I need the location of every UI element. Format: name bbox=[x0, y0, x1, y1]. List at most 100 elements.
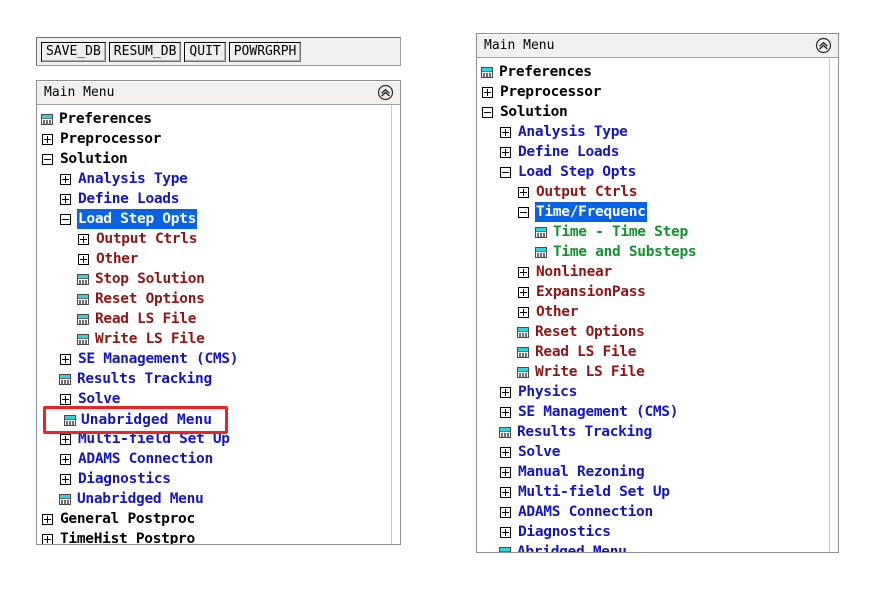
tree-item[interactable]: Output Ctrls bbox=[477, 182, 838, 202]
tree-item[interactable]: Solve bbox=[477, 442, 838, 462]
tree-item[interactable]: Manual Rezoning bbox=[477, 462, 838, 482]
expand-plus-icon[interactable] bbox=[500, 386, 511, 398]
leaf-dialog-icon bbox=[77, 333, 89, 345]
tree-item[interactable]: Other bbox=[37, 249, 400, 269]
expand-plus-icon[interactable] bbox=[500, 526, 511, 538]
tree-item[interactable]: SE Management (CMS) bbox=[37, 349, 400, 369]
double-chevron-up-icon[interactable] bbox=[815, 37, 832, 54]
expand-plus-icon[interactable] bbox=[60, 173, 71, 185]
tree-item[interactable]: Output Ctrls bbox=[37, 229, 400, 249]
expand-plus-icon[interactable] bbox=[60, 473, 71, 485]
tree-item[interactable]: TimeHist Postpro bbox=[37, 529, 400, 544]
tree-item[interactable]: Results Tracking bbox=[477, 422, 838, 442]
expand-plus-icon[interactable] bbox=[500, 466, 511, 478]
tree-item[interactable]: SE Management (CMS) bbox=[477, 402, 838, 422]
expand-plus-icon[interactable] bbox=[500, 446, 511, 458]
tree-item[interactable]: Solution bbox=[37, 149, 400, 169]
collapse-minus-icon[interactable] bbox=[60, 213, 71, 225]
tree-item[interactable]: Read LS File bbox=[477, 342, 838, 362]
expand-plus-icon[interactable] bbox=[42, 133, 53, 145]
tree-item[interactable]: Define Loads bbox=[37, 189, 400, 209]
tree-item-label: Time - Time Step bbox=[553, 224, 688, 240]
expand-plus-icon[interactable] bbox=[500, 506, 511, 518]
double-chevron-up-icon[interactable] bbox=[377, 84, 394, 101]
tree-item[interactable]: Write LS File bbox=[37, 329, 400, 349]
tree-item[interactable]: Solve bbox=[37, 389, 400, 409]
expand-plus-icon[interactable] bbox=[60, 433, 71, 445]
leaf-dialog-icon bbox=[517, 346, 529, 358]
collapse-minus-icon[interactable] bbox=[518, 206, 529, 218]
collapse-minus-icon[interactable] bbox=[42, 153, 53, 165]
expand-plus-icon[interactable] bbox=[60, 193, 71, 205]
toolbar-button-resum_db[interactable]: RESUM_DB bbox=[108, 41, 182, 62]
tree-item[interactable]: ExpansionPass bbox=[477, 282, 838, 302]
left-tree-body[interactable]: Preferences Preprocessor Solution Analysis … bbox=[37, 105, 400, 544]
expand-plus-icon[interactable] bbox=[60, 453, 71, 465]
tree-item[interactable]: Time - Time Step bbox=[477, 222, 838, 242]
toolbar-button-powrgrph[interactable]: POWRGRPH bbox=[228, 41, 302, 62]
tree-item-label: Manual Rezoning bbox=[78, 411, 205, 427]
tree-item[interactable]: Reset Options bbox=[37, 289, 400, 309]
tree-item[interactable]: Unabridged Menu bbox=[37, 489, 400, 509]
tree-item[interactable]: Preferences bbox=[37, 109, 400, 129]
tree-item[interactable]: Preferences bbox=[477, 62, 838, 82]
tree-item-label: Reset Options bbox=[95, 291, 205, 307]
tree-item[interactable]: Stop Solution bbox=[37, 269, 400, 289]
tree-item[interactable]: Diagnostics bbox=[37, 469, 400, 489]
tree-item[interactable]: Analysis Type bbox=[37, 169, 400, 189]
tree-item[interactable]: ADAMS Connection bbox=[477, 502, 838, 522]
tree-item[interactable]: Write LS File bbox=[477, 362, 838, 382]
tree-item[interactable]: Load Step Opts bbox=[477, 162, 838, 182]
tree-item[interactable]: Multi-field Set Up bbox=[477, 482, 838, 502]
expand-plus-icon[interactable] bbox=[500, 146, 511, 158]
tree-item[interactable]: Define Loads bbox=[477, 142, 838, 162]
tree-item[interactable]: Solution bbox=[477, 102, 838, 122]
tree-item[interactable]: Read LS File bbox=[37, 309, 400, 329]
tree-item[interactable]: Manual Rezoning bbox=[37, 409, 400, 429]
expand-plus-icon[interactable] bbox=[42, 533, 53, 544]
tree-item-label: Define Loads bbox=[78, 191, 180, 207]
toolbar-button-save_db[interactable]: SAVE_DB bbox=[41, 41, 106, 62]
expand-plus-icon[interactable] bbox=[518, 266, 529, 278]
expand-plus-icon[interactable] bbox=[518, 306, 529, 318]
tree-item[interactable]: Physics bbox=[477, 382, 838, 402]
left-panel-titlebar: Main Menu bbox=[37, 81, 400, 105]
expand-plus-icon[interactable] bbox=[518, 186, 529, 198]
tree-item[interactable]: Other bbox=[477, 302, 838, 322]
tree-item[interactable]: Analysis Type bbox=[477, 122, 838, 142]
tree-item[interactable]: Preprocessor bbox=[477, 82, 838, 102]
tree-item[interactable]: Reset Options bbox=[477, 322, 838, 342]
right-tree-body[interactable]: Preferences Preprocessor Solution Analysis … bbox=[477, 58, 838, 552]
tree-item[interactable]: Multi-field Set Up bbox=[37, 429, 400, 449]
expand-plus-icon[interactable] bbox=[60, 413, 71, 425]
tree-item-label: Physics bbox=[518, 384, 578, 400]
tree-item[interactable]: Results Tracking bbox=[37, 369, 400, 389]
toolbar-button-quit[interactable]: QUIT bbox=[184, 41, 226, 62]
tree-item-label: Preprocessor bbox=[60, 131, 162, 147]
collapse-minus-icon[interactable] bbox=[482, 106, 493, 118]
tree-item[interactable]: Time and Substeps bbox=[477, 242, 838, 262]
tree-item[interactable]: Diagnostics bbox=[477, 522, 838, 542]
expand-plus-icon[interactable] bbox=[42, 513, 53, 525]
collapse-minus-icon[interactable] bbox=[500, 166, 511, 178]
tree-item[interactable]: Load Step Opts bbox=[37, 209, 400, 229]
expand-plus-icon[interactable] bbox=[518, 286, 529, 298]
expand-plus-icon[interactable] bbox=[500, 126, 511, 138]
expand-plus-icon[interactable] bbox=[60, 393, 71, 405]
expand-plus-icon[interactable] bbox=[78, 233, 89, 245]
expand-plus-icon[interactable] bbox=[482, 86, 493, 98]
tree-item[interactable]: Nonlinear bbox=[477, 262, 838, 282]
right-tree-panel: Main Menu Preferences Preprocessor Solutio… bbox=[476, 33, 839, 553]
tree-item[interactable]: Abridged Menu bbox=[477, 542, 838, 552]
tree-item[interactable]: General Postproc bbox=[37, 509, 400, 529]
tree-item[interactable]: ADAMS Connection bbox=[37, 449, 400, 469]
expand-plus-icon[interactable] bbox=[500, 486, 511, 498]
expand-plus-icon[interactable] bbox=[60, 353, 71, 365]
tree-item-label: Results Tracking bbox=[517, 424, 652, 440]
tree-item[interactable]: Preprocessor bbox=[37, 129, 400, 149]
leaf-dialog-icon bbox=[59, 373, 71, 385]
expand-plus-icon[interactable] bbox=[500, 406, 511, 418]
tree-item[interactable]: Time/Frequenc bbox=[477, 202, 838, 222]
tree-item-label: Stop Solution bbox=[95, 271, 205, 287]
expand-plus-icon[interactable] bbox=[78, 253, 89, 265]
